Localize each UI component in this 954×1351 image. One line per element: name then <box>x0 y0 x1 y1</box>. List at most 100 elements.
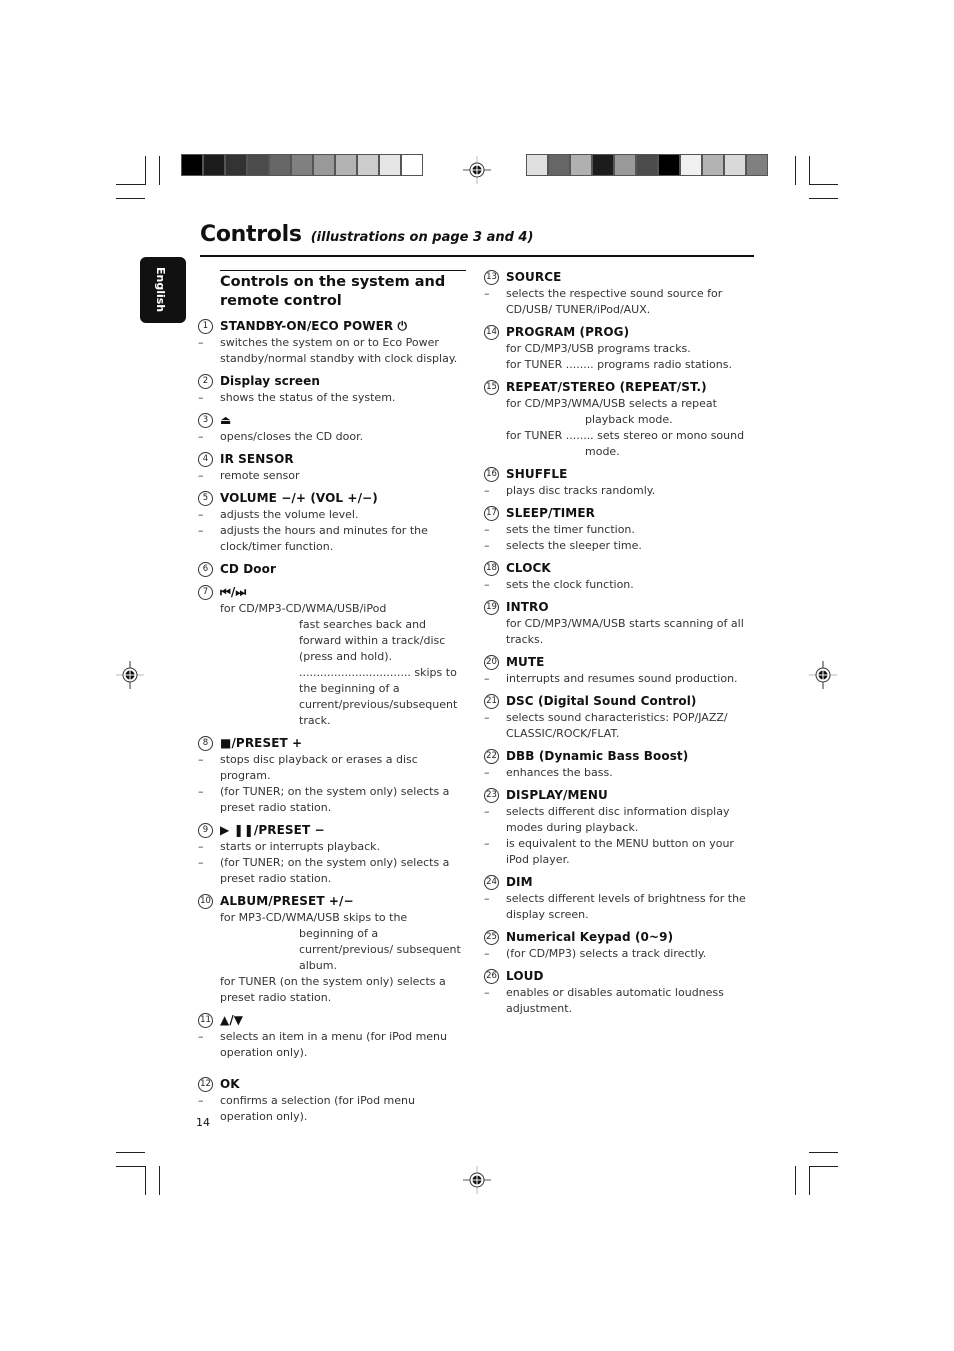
control-item-header: 2 Display screen <box>198 372 468 390</box>
crop-mark <box>159 1166 160 1195</box>
color-swatch <box>571 155 591 175</box>
color-swatch <box>358 155 378 175</box>
item-number-badge: 6 <box>198 561 213 577</box>
control-item: 3 ⏏ – opens/closes the CD door. <box>198 411 468 445</box>
control-item: 10 ALBUM/PRESET +/− for MP3-CD/WMA/USB ski… <box>198 892 468 1006</box>
control-item-title: CLOCK <box>506 561 551 575</box>
registration-mark-icon <box>463 1166 491 1194</box>
control-item-header: 14 PROGRAM (PROG) <box>484 323 754 341</box>
control-item-header: 7 ⏮/⏭ <box>198 583 468 601</box>
mode-description: beginning of a current/previous/ subsequ… <box>299 927 461 972</box>
bullet-line: – (for CD/MP3) selects a track directly. <box>484 946 754 962</box>
color-swatch <box>615 155 635 175</box>
bullet-line: – selects an item in a menu (for iPod men… <box>198 1029 468 1061</box>
mode-line: for CD/MP3-CD/WMA/USB/iPod <box>220 602 387 615</box>
control-item-title: STANDBY-ON/ECO POWER ⏻ <box>220 319 408 333</box>
item-number-badge: 18 <box>484 560 499 576</box>
control-item: 1 STANDBY-ON/ECO POWER ⏻ – switches the sys… <box>198 317 468 367</box>
control-item: 5 VOLUME −/+ (VOL +/−) – adjusts the volume… <box>198 489 468 555</box>
bullet-dash: – <box>484 986 490 999</box>
control-item-title: SLEEP/TIMER <box>506 506 595 520</box>
bullet-text: selects sound characteristics: POP/JAZZ/… <box>506 711 728 740</box>
control-item-title: DISPLAY/MENU <box>506 788 608 802</box>
bullet-line: – (for TUNER; on the system only) selects… <box>198 784 468 816</box>
mode-line: for TUNER ........ sets stereo or mono s… <box>506 429 745 442</box>
control-item: 6 CD Door <box>198 560 468 578</box>
section-heading-line: remote control <box>220 293 342 309</box>
control-item-title: Display screen <box>220 374 321 388</box>
item-number-badge: 19 <box>484 599 499 615</box>
bullet-text: is equivalent to the MENU button on your… <box>506 837 734 866</box>
item-number-badge: 1 <box>198 318 213 334</box>
control-item-title: Numerical Keypad (0~9) <box>506 930 674 944</box>
bullet-text: (for TUNER; on the system only) selects … <box>220 856 450 885</box>
section-heading: Controls on the system and remote contro… <box>220 270 466 311</box>
bullet-dash: – <box>484 672 490 685</box>
control-item-title: INTRO <box>506 600 549 614</box>
control-item-title: DSC (Digital Sound Control) <box>506 694 697 708</box>
bullet-dash: – <box>484 578 490 591</box>
color-swatch <box>204 155 224 175</box>
registration-mark-icon <box>463 156 491 184</box>
color-calibration-bar-left <box>181 154 423 176</box>
control-item: 11 ▲/▼ – selects an item in a menu (for iPo… <box>198 1011 468 1061</box>
control-item: 18 CLOCK – sets the clock function. <box>484 559 754 593</box>
control-item-title: DBB (Dynamic Bass Boost) <box>506 749 689 763</box>
color-swatch <box>659 155 679 175</box>
control-item-header: 10 ALBUM/PRESET +/− <box>198 892 468 910</box>
bullet-dash: – <box>198 524 204 537</box>
item-number-badge: 17 <box>484 505 499 521</box>
bullet-text: remote sensor <box>220 469 300 482</box>
control-item-header: 3 ⏏ <box>198 411 468 429</box>
control-item-header: 19 INTRO <box>484 598 754 616</box>
control-item-title: SOURCE <box>506 270 562 284</box>
bullet-dash: – <box>198 430 204 443</box>
bullet-line: – confirms a selection (for iPod menu ope… <box>198 1093 468 1125</box>
bullet-text: starts or interrupts playback. <box>220 840 380 853</box>
control-item-header: 23 DISPLAY/MENU <box>484 786 754 804</box>
control-item: 22 DBB (Dynamic Bass Boost) – enhances the … <box>484 747 754 781</box>
item-number-badge: 3 <box>198 412 213 428</box>
item-number-badge: 12 <box>198 1076 213 1092</box>
item-number-badge: 7 <box>198 584 213 600</box>
control-item: 9 ▶ ❚❚/PRESET − – starts or interrupts play… <box>198 821 468 887</box>
crop-mark <box>116 1152 145 1153</box>
control-item-header: 13 SOURCE <box>484 268 754 286</box>
bullet-line: – opens/closes the CD door. <box>198 429 468 445</box>
control-item-header: 8 ■/PRESET + <box>198 734 468 752</box>
bullet-line: – switches the system on or to Eco Power … <box>198 335 468 367</box>
bullet-line: – enables or disables automatic loudness … <box>484 985 754 1017</box>
control-item: 23 DISPLAY/MENU – selects different disc in… <box>484 786 754 868</box>
control-item: 13 SOURCE – selects the respective sound so… <box>484 268 754 318</box>
item-number-badge: 24 <box>484 874 499 890</box>
bullet-text: confirms a selection (for iPod menu oper… <box>220 1094 415 1123</box>
color-swatch <box>725 155 745 175</box>
control-item-title: PROGRAM (PROG) <box>506 325 630 339</box>
control-item-header: 22 DBB (Dynamic Bass Boost) <box>484 747 754 765</box>
mode-line: for CD/MP3/WMA/USB selects a repeat <box>506 397 717 410</box>
control-item: 24 DIM – selects different levels of bright… <box>484 873 754 923</box>
control-item-header: 15 REPEAT/STEREO (REPEAT/ST.) <box>484 378 754 396</box>
control-item-title: SHUFFLE <box>506 467 568 481</box>
bullet-text: enhances the bass. <box>506 766 613 779</box>
control-item-title: MUTE <box>506 655 545 669</box>
bullet-line: – enhances the bass. <box>484 765 754 781</box>
control-item-header: 21 DSC (Digital Sound Control) <box>484 692 754 710</box>
bullet-line: – (for TUNER; on the system only) selects… <box>198 855 468 887</box>
bullet-line: – adjusts the hours and minutes for the c… <box>198 523 468 555</box>
color-swatch <box>593 155 613 175</box>
bullet-line: – selects different disc information disp… <box>484 804 754 836</box>
bullet-line: – sets the timer function. <box>484 522 754 538</box>
crop-mark <box>809 1166 810 1195</box>
color-swatch <box>637 155 657 175</box>
item-number-badge: 20 <box>484 654 499 670</box>
bullet-dash: – <box>198 508 204 521</box>
bullet-line: – is equivalent to the MENU button on you… <box>484 836 754 868</box>
mode-description: fast searches back and forward within a … <box>299 618 446 663</box>
bullet-dash: – <box>198 391 204 404</box>
control-item: 25 Numerical Keypad (0~9) – (for CD/MP3) se… <box>484 928 754 962</box>
bullet-dash: – <box>484 484 490 497</box>
bullet-dash: – <box>484 947 490 960</box>
crop-mark <box>116 198 145 199</box>
control-item-title: REPEAT/STEREO (REPEAT/ST.) <box>506 380 707 394</box>
